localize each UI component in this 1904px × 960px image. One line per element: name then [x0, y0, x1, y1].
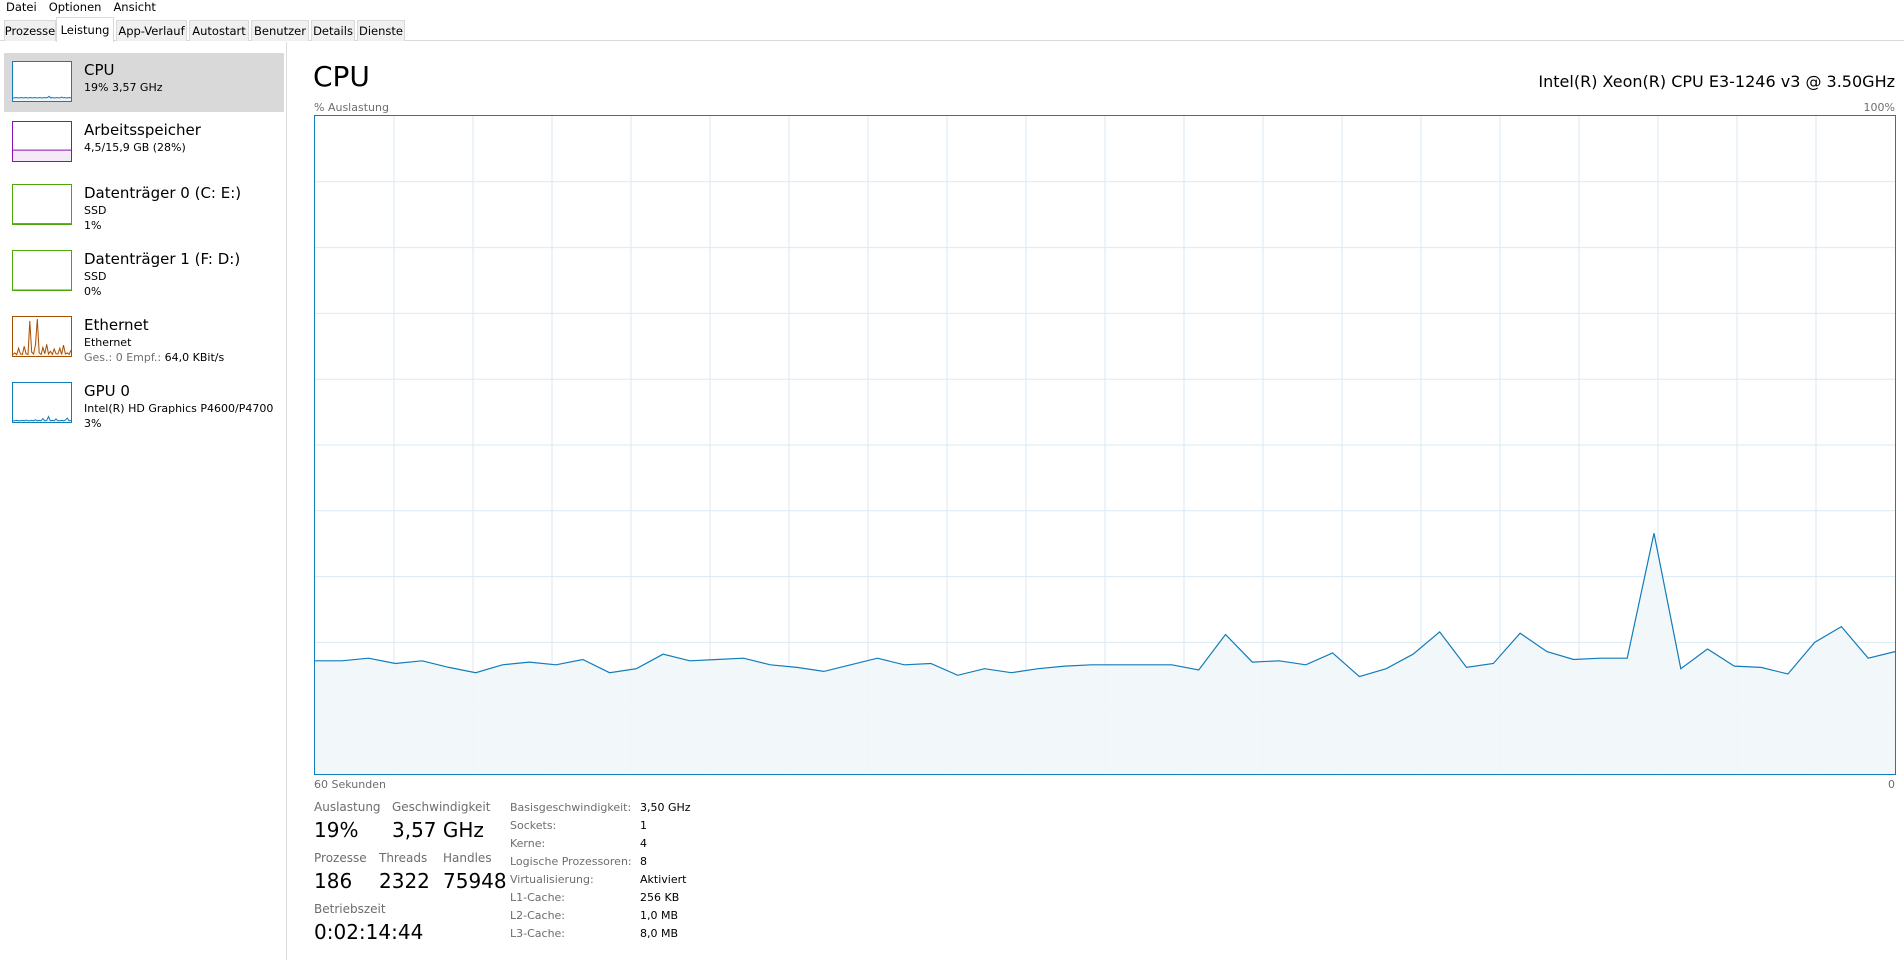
- y-axis-label: % Auslastung: [314, 101, 389, 114]
- spec-value-logische-prozessoren: 8: [640, 855, 647, 868]
- sidebar-item-detail: 4,5/15,9 GB (28%): [84, 141, 186, 154]
- sidebar-item-type: SSD: [84, 204, 107, 217]
- sidebar-item-type: Ethernet: [84, 336, 132, 349]
- spec-label-basisgeschwindigkeit: Basisgeschwindigkeit:: [510, 801, 632, 814]
- thumbnail-line: [13, 95, 71, 99]
- tab-app-verlauf[interactable]: App-Verlauf: [116, 20, 187, 41]
- thumbnail-area: [13, 150, 71, 161]
- sidebar-item-title: Arbeitsspeicher: [84, 121, 201, 139]
- main-panel: CPU Intel(R) Xeon(R) CPU E3-1246 v3 @ 3.…: [288, 42, 1904, 960]
- geschwindigkeit-value: 3,57 GHz: [392, 818, 484, 842]
- sidebar-item-datentraeger-0[interactable]: Datenträger 0 (C: E:) SSD 1%: [4, 173, 284, 238]
- spec-value-basisgeschwindigkeit: 3,50 GHz: [640, 801, 691, 814]
- disk-0-thumbnail-graph: [12, 184, 72, 225]
- auslastung-value: 19%: [314, 818, 359, 842]
- y-axis-max-label: 100%: [1863, 101, 1895, 114]
- sidebar-item-title: Datenträger 1 (F: D:): [84, 250, 241, 268]
- betriebszeit-value: 0:02:14:44: [314, 920, 424, 944]
- spec-value-virtualisierung: Aktiviert: [640, 873, 687, 886]
- spec-value-l3-cache: 8,0 MB: [640, 927, 679, 940]
- ethernet-thumbnail-graph: [12, 316, 72, 357]
- thumbnail-svg: [13, 289, 71, 290]
- sidebar-item-detail: 0%: [84, 285, 102, 298]
- prozesse-label: Prozesse: [314, 851, 367, 865]
- sidebar-item-title: CPU: [84, 61, 115, 79]
- cpu-usage-chart: [315, 116, 1895, 774]
- sidebar-item-cpu[interactable]: CPU 19% 3,57 GHz: [4, 53, 284, 112]
- spec-label-l3-cache: L3-Cache:: [510, 927, 566, 940]
- thumbnail-svg: [13, 318, 71, 356]
- spec-value-l1-cache: 256 KB: [640, 891, 680, 904]
- cpu-thumbnail-graph: [12, 61, 72, 102]
- thumbnail-line: [13, 318, 71, 356]
- spec-label-sockets: Sockets:: [510, 819, 557, 832]
- prozesse-value: 186: [314, 869, 353, 893]
- sidebar: CPU 19% 3,57 GHz Arbeitsspeicher 4,5/15,…: [0, 42, 287, 960]
- tab-prozesse[interactable]: Prozesse: [4, 20, 56, 41]
- sidebar-item-detail: 1%: [84, 219, 102, 232]
- geschwindigkeit-label: Geschwindigkeit: [392, 800, 491, 814]
- sidebar-item-detail: 19% 3,57 GHz: [84, 81, 163, 94]
- sidebar-item-ethernet[interactable]: Ethernet Ethernet Ges.: 0 Empf.: 64,0 KB…: [4, 305, 284, 370]
- x-axis-left-label: 60 Sekunden: [314, 778, 386, 791]
- thumbnail-line: [13, 415, 71, 422]
- spec-label-kerne: Kerne:: [510, 837, 546, 850]
- threads-label: Threads: [379, 851, 428, 865]
- sidebar-item-title: GPU 0: [84, 382, 130, 400]
- menu-datei[interactable]: Datei: [0, 1, 43, 14]
- ethernet-traffic-value: 64,0 KBit/s: [164, 351, 225, 364]
- spec-label-l1-cache: L1-Cache:: [510, 891, 566, 904]
- x-axis-right-label: 0: [1888, 778, 1895, 791]
- menu-optionen[interactable]: Optionen: [43, 1, 108, 14]
- sidebar-item-detail: 3%: [84, 417, 102, 430]
- tab-bar: Prozesse Leistung App-Verlauf Autostart …: [0, 16, 1904, 42]
- tab-details[interactable]: Details: [311, 20, 355, 41]
- spec-label-l2-cache: L2-Cache:: [510, 909, 566, 922]
- spec-label-virtualisierung: Virtualisierung:: [510, 873, 594, 886]
- sidebar-item-title: Ethernet: [84, 316, 149, 334]
- auslastung-label: Auslastung: [314, 800, 381, 814]
- cpu-model-name: Intel(R) Xeon(R) CPU E3-1246 v3 @ 3.50GH…: [1538, 72, 1895, 91]
- tab-autostart[interactable]: Autostart: [189, 20, 249, 41]
- thumbnail-svg: [13, 223, 71, 224]
- spec-value-kerne: 4: [640, 837, 647, 850]
- thumbnail-svg: [13, 415, 71, 422]
- threads-value: 2322: [379, 869, 430, 893]
- tab-leistung[interactable]: Leistung: [56, 17, 114, 42]
- menu-ansicht[interactable]: Ansicht: [107, 1, 161, 14]
- page-title: CPU: [313, 60, 370, 93]
- sidebar-item-title: Datenträger 0 (C: E:): [84, 184, 242, 202]
- thumbnail-svg: [13, 95, 71, 101]
- spec-value-sockets: 1: [640, 819, 647, 832]
- memory-thumbnail-graph: [12, 121, 72, 162]
- handles-label: Handles: [443, 851, 492, 865]
- tab-benutzer[interactable]: Benutzer: [251, 20, 309, 41]
- sidebar-item-type: SSD: [84, 270, 107, 283]
- sidebar-item-detail: Ges.: 0 Empf.: 64,0 KBit/s: [84, 351, 224, 364]
- spec-value-l2-cache: 1,0 MB: [640, 909, 679, 922]
- sidebar-item-datentraeger-1[interactable]: Datenträger 1 (F: D:) SSD 0%: [4, 239, 284, 304]
- disk-1-thumbnail-graph: [12, 250, 72, 291]
- cpu-usage-graph: [314, 115, 1896, 775]
- gpu-thumbnail-graph: [12, 382, 72, 423]
- menu-bar: Datei Optionen Ansicht: [0, 0, 1904, 15]
- betriebszeit-label: Betriebszeit: [314, 902, 386, 916]
- spec-label-logische-prozessoren: Logische Prozessoren:: [510, 855, 632, 868]
- ethernet-traffic-label: Ges.: 0 Empf.:: [84, 351, 162, 364]
- handles-value: 75948: [443, 869, 507, 893]
- tab-dienste[interactable]: Dienste: [357, 20, 405, 41]
- sidebar-item-arbeitsspeicher[interactable]: Arbeitsspeicher 4,5/15,9 GB (28%): [4, 113, 284, 172]
- sidebar-item-type: Intel(R) HD Graphics P4600/P4700: [84, 402, 274, 415]
- sidebar-item-gpu-0[interactable]: GPU 0 Intel(R) HD Graphics P4600/P4700 3…: [4, 371, 284, 436]
- thumbnail-svg: [13, 149, 71, 161]
